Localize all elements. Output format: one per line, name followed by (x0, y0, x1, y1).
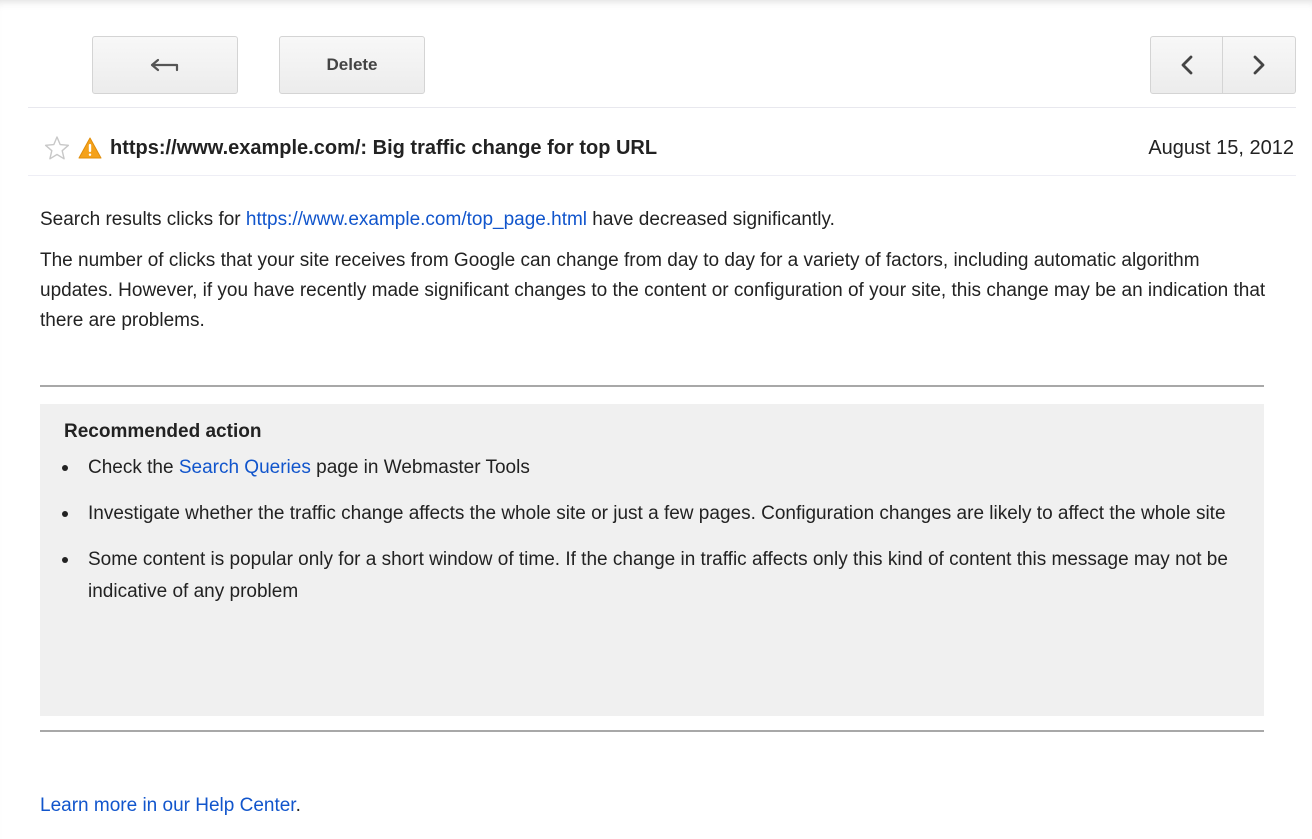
list-item: Investigate whether the traffic change a… (60, 498, 1240, 530)
subject-row: https://www.example.com/: Big traffic ch… (44, 128, 1294, 168)
list-item: Some content is popular only for a short… (60, 544, 1240, 608)
back-button[interactable] (92, 36, 238, 94)
bullet-icon (62, 465, 68, 471)
chevron-left-icon (1181, 55, 1192, 75)
search-queries-link[interactable]: Search Queries (179, 457, 311, 478)
delete-button[interactable]: Delete (279, 36, 425, 94)
warning-triangle-icon (78, 137, 102, 159)
chevron-right-icon (1253, 55, 1265, 75)
recommended-action-panel: Recommended action Check the Search Quer… (40, 404, 1264, 716)
summary-prefix: Search results clicks for (40, 209, 246, 230)
section-divider-top (40, 385, 1264, 387)
bullet-icon (62, 557, 68, 563)
help-footer: Learn more in our Help Center. (40, 795, 301, 817)
back-arrow-icon (150, 58, 179, 72)
section-divider-bottom (40, 730, 1264, 732)
help-center-link[interactable]: Learn more in our Help Center (40, 795, 296, 816)
toolbar-divider (28, 107, 1296, 108)
item-text: Investigate whether the traffic change a… (88, 503, 1226, 524)
star-outline-icon[interactable] (44, 135, 70, 161)
subject-divider (28, 175, 1296, 176)
summary-suffix: have decreased significantly. (587, 209, 835, 230)
recommended-action-list: Check the Search Queries page in Webmast… (60, 452, 1240, 622)
previous-message-button[interactable] (1150, 36, 1223, 94)
summary-line: Search results clicks for https://www.ex… (40, 205, 1270, 235)
bullet-icon (62, 511, 68, 517)
footer-suffix: . (295, 795, 301, 816)
top-page-link[interactable]: https://www.example.com/top_page.html (246, 209, 587, 230)
list-item: Check the Search Queries page in Webmast… (60, 452, 1240, 484)
next-message-button[interactable] (1223, 36, 1296, 94)
item-text: Some content is popular only for a short… (88, 549, 1228, 602)
message-view: Delete https://www.example.com/: Big tra… (0, 0, 1312, 839)
item-prefix: Check the (88, 457, 179, 478)
recommended-action-title: Recommended action (64, 421, 262, 442)
message-date: August 15, 2012 (1148, 136, 1294, 159)
item-suffix: page in Webmaster Tools (310, 457, 530, 478)
pagination-group (1150, 36, 1296, 94)
explanation-paragraph: The number of clicks that your site rece… (40, 250, 1266, 331)
message-body: Search results clicks for https://www.ex… (40, 205, 1270, 347)
message-subject: https://www.example.com/: Big traffic ch… (110, 136, 658, 159)
